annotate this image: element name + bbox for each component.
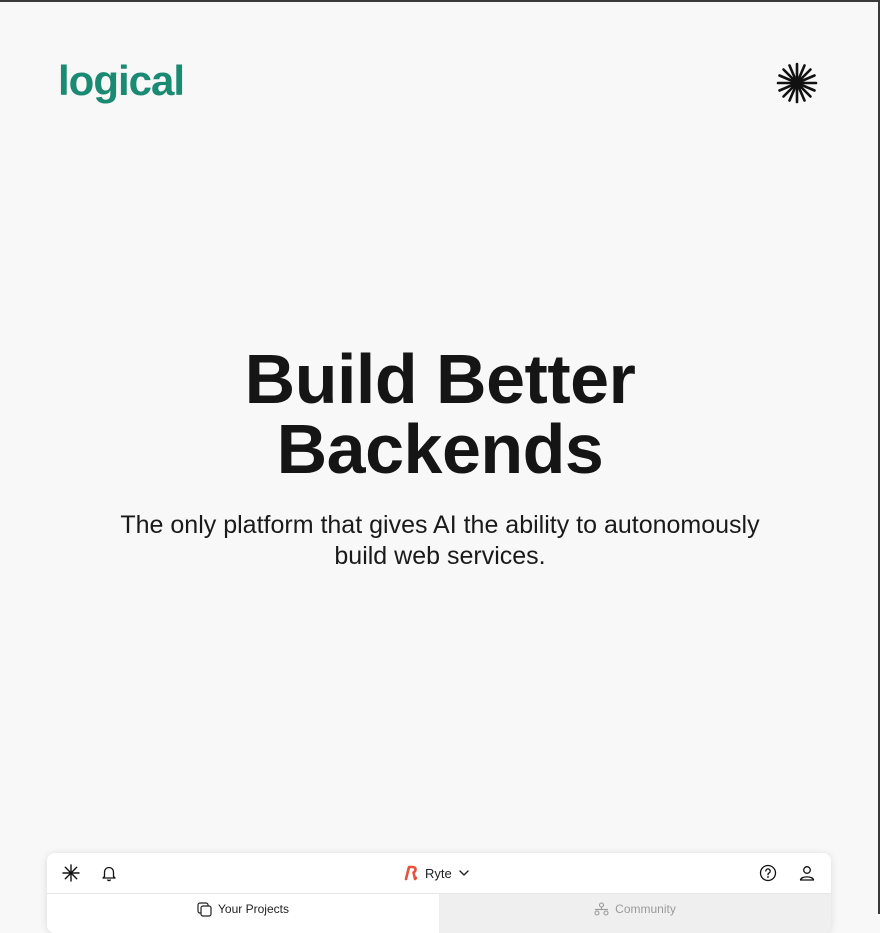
ryte-logo-icon — [404, 865, 418, 881]
hero-subtitle: The only platform that gives AI the abil… — [90, 510, 790, 572]
tab-label: Community — [615, 902, 676, 916]
hero-title-line-1: Build Better — [244, 340, 636, 418]
brand-logo[interactable]: logical — [58, 56, 185, 106]
projects-icon — [197, 902, 212, 917]
app-header: Ryte — [47, 853, 831, 894]
hero-title: Build Better Backends — [0, 344, 880, 484]
bell-icon[interactable] — [100, 864, 118, 882]
app-preview-card: Ryte Your Projects Community — [47, 853, 831, 933]
org-name: Ryte — [425, 865, 452, 881]
hero-subtitle-line-2: build web services. — [334, 542, 546, 570]
hero-subtitle-line-1: The only platform that gives AI the abil… — [120, 511, 760, 539]
sparkle-icon[interactable] — [62, 864, 80, 882]
org-switcher[interactable]: Ryte — [403, 862, 470, 884]
sparkle-icon[interactable] — [776, 62, 818, 104]
user-icon[interactable] — [798, 864, 816, 882]
tab-label: Your Projects — [218, 902, 289, 916]
window-top-border — [0, 0, 880, 2]
help-circle-icon[interactable] — [759, 864, 777, 882]
hero-title-line-2: Backends — [276, 410, 604, 488]
community-icon — [594, 902, 609, 916]
chevron-down-icon — [459, 870, 469, 876]
